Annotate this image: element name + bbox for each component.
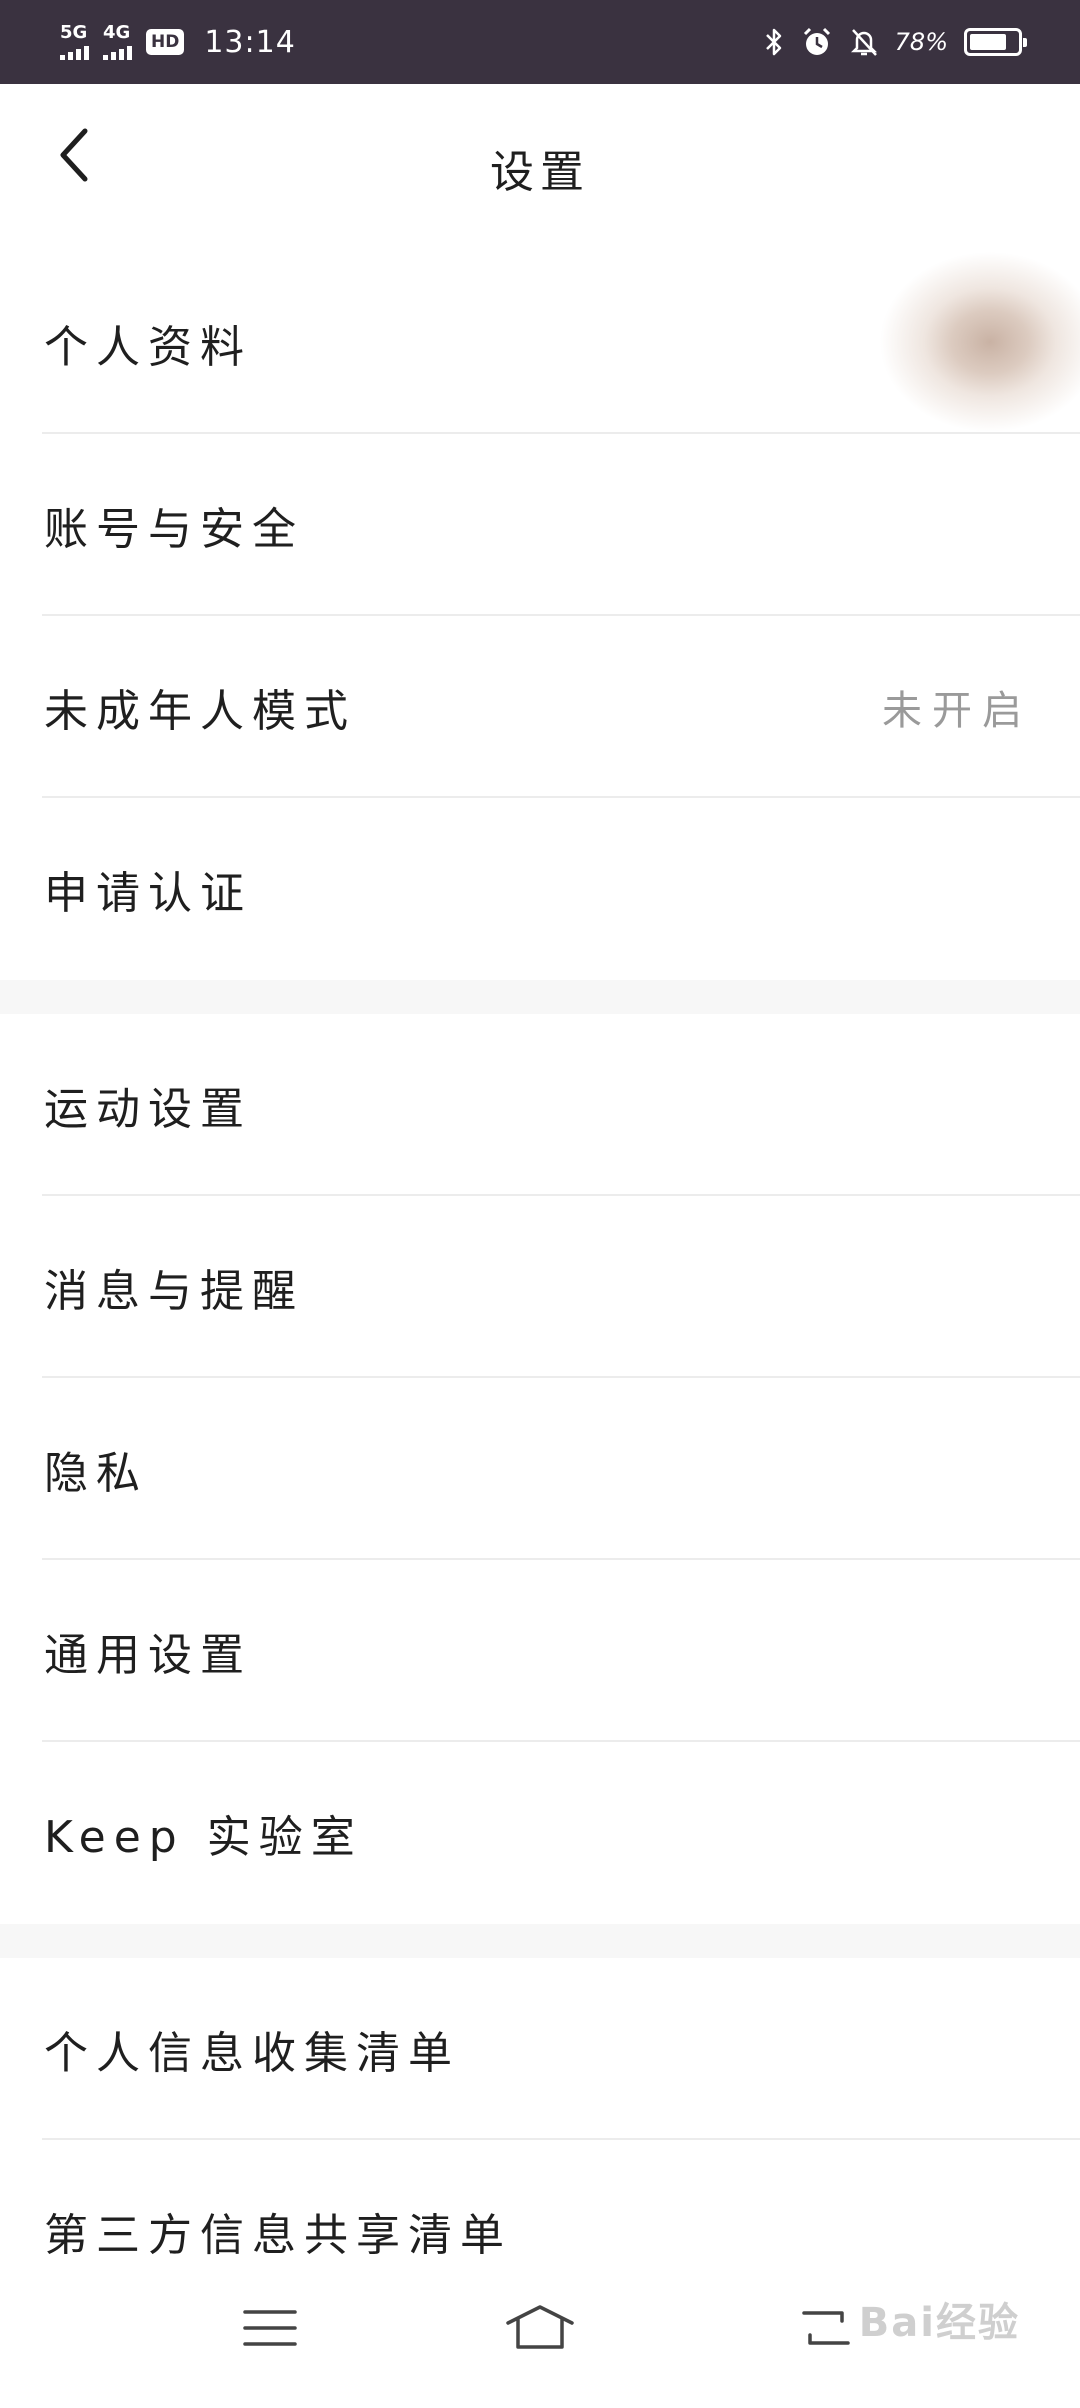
settings-item-notifications[interactable]: 消息与提醒 xyxy=(0,1196,1080,1378)
status-bar: 5G 4G HD 13:14 78% xyxy=(0,0,1080,84)
battery-icon xyxy=(964,28,1027,56)
settings-item-label: 账号与安全 xyxy=(44,504,304,555)
alarm-icon xyxy=(803,27,830,55)
watermark: Bai经验 xyxy=(858,2300,1020,2346)
settings-item-minor-mode[interactable]: 未成年人模式 未开启 xyxy=(0,616,1080,798)
signal-5g: 5G xyxy=(60,24,89,60)
settings-item-privacy[interactable]: 隐私 xyxy=(0,1378,1080,1560)
hd-badge: HD xyxy=(146,29,185,55)
settings-item-label: 消息与提醒 xyxy=(44,1266,304,1317)
settings-item-general[interactable]: 通用设置 xyxy=(0,1560,1080,1742)
back-icon xyxy=(802,2311,850,2345)
settings-item-label: 第三方信息共享清单 xyxy=(44,2210,512,2261)
settings-item-sport[interactable]: 运动设置 xyxy=(0,1014,1080,1196)
avatar xyxy=(780,252,1080,434)
settings-item-keep-lab[interactable]: Keep 实验室 xyxy=(0,1742,1080,1924)
settings-item-label: 通用设置 xyxy=(44,1630,252,1681)
signal-bars-icon xyxy=(103,44,132,60)
bluetooth-icon xyxy=(765,28,781,56)
settings-item-label: 个人资料 xyxy=(44,322,252,373)
home-icon xyxy=(506,2305,574,2349)
settings-item-label: 个人信息收集清单 xyxy=(44,2028,460,2079)
settings-item-profile[interactable]: 个人资料 xyxy=(0,252,1080,434)
battery-fill xyxy=(970,34,1006,50)
menu-icon xyxy=(243,2310,297,2346)
settings-item-label: 申请认证 xyxy=(44,868,252,919)
settings-item-label: Keep 实验室 xyxy=(44,1812,363,1863)
battery-percentage: 78% xyxy=(894,28,948,56)
signal-4g: 4G xyxy=(103,24,132,60)
page-title: 设置 xyxy=(490,147,590,198)
settings-item-label: 运动设置 xyxy=(44,1084,252,1135)
silent-bell-icon xyxy=(850,29,877,56)
minor-mode-status: 未开启 xyxy=(882,688,1032,734)
settings-item-account-security[interactable]: 账号与安全 xyxy=(0,434,1080,616)
section-gap xyxy=(0,980,1080,1014)
header: 设置 xyxy=(0,84,1080,252)
settings-item-personal-info-list[interactable]: 个人信息收集清单 xyxy=(0,1958,1080,2140)
home-button[interactable] xyxy=(490,2288,590,2368)
status-time: 13:14 xyxy=(204,24,296,60)
signal-bars-icon xyxy=(60,44,89,60)
menu-button[interactable] xyxy=(220,2288,320,2368)
settings-item-label: 隐私 xyxy=(44,1448,148,1499)
settings-list: 个人资料 账号与安全 未成年人模式 未开启 申请认证 运动设置 消息与提醒 隐私… xyxy=(0,252,1080,2322)
section-gap xyxy=(0,1924,1080,1958)
settings-item-label: 未成年人模式 xyxy=(44,686,356,737)
settings-item-apply-verification[interactable]: 申请认证 xyxy=(0,798,1080,980)
